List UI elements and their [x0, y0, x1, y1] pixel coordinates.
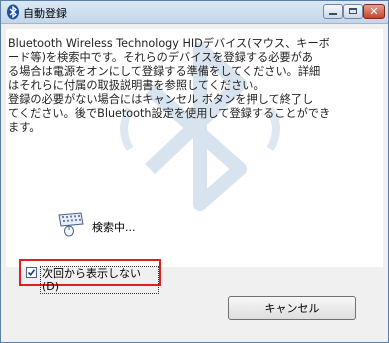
bluetooth-icon [6, 4, 20, 20]
instruction-line: はそれらに付属の取扱説明書を参照してください。 [8, 79, 265, 92]
checkmark-icon [27, 269, 36, 277]
instruction-text: Bluetooth Wireless Technology HIDデバイス(マウ… [8, 37, 380, 135]
instruction-line: Bluetooth Wireless Technology HIDデバイス(マウ… [8, 37, 330, 50]
window-title: 自動登録 [23, 7, 67, 20]
cancel-button[interactable]: キャンセル [228, 296, 356, 320]
dont-show-again-checkbox[interactable] [26, 267, 37, 278]
close-icon: ✕ [369, 5, 379, 18]
maximize-icon [349, 8, 357, 14]
dont-show-again-label[interactable]: 次回から表示しない(D) [40, 266, 159, 294]
instruction-line: 登録の必要がない場合にはキャンセル ボタンを押して終了し [8, 93, 314, 106]
title-bar[interactable]: 自動登録 ✕ [1, 1, 388, 24]
auto-registration-dialog: 自動登録 ✕ Bluetooth Wireless Technology HID… [0, 0, 389, 343]
instruction-line: る場合は電源をオンにして登録する準備をしてください。詳細 [8, 65, 321, 78]
minimize-icon [329, 13, 337, 15]
keyboard-mouse-icon [58, 212, 84, 237]
instruction-line: てください。後でBluetooth設定を使用して登録することができ [8, 107, 331, 120]
maximize-button[interactable] [343, 4, 363, 19]
minimize-button[interactable] [323, 4, 343, 19]
instruction-line: ます。 [8, 121, 41, 134]
highlight-box: 次回から表示しない(D) [19, 259, 161, 294]
instruction-line: ード等)を検索中です。それらのデバイスを登録する必要があ [8, 51, 313, 64]
close-button[interactable]: ✕ [363, 4, 385, 19]
searching-status: 検索中... [92, 221, 136, 234]
